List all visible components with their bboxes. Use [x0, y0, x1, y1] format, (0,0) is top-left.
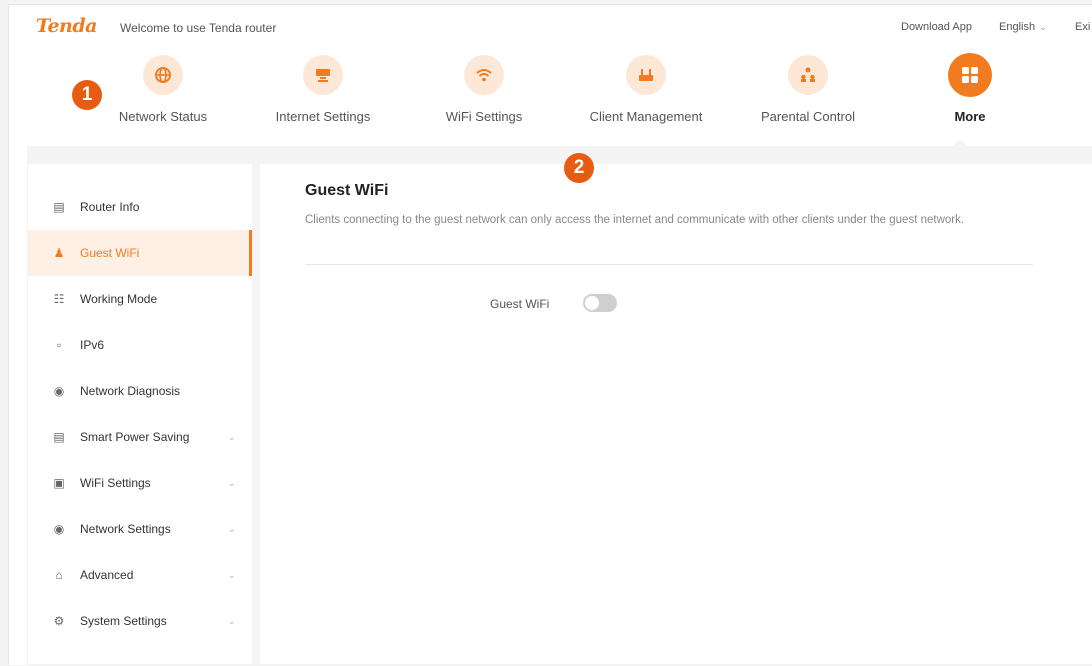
- sidebar-item-label: Guest WiFi: [80, 246, 140, 260]
- internet-icon: [303, 55, 343, 95]
- divider: [305, 264, 1033, 265]
- grid-icon: [948, 53, 992, 97]
- wifi-settings-icon: ▣: [53, 476, 65, 490]
- step-badge-2: 2: [564, 153, 594, 183]
- sidebar-item-label: WiFi Settings: [80, 476, 151, 490]
- sidebar-item-network-diagnosis[interactable]: ◉ Network Diagnosis: [28, 368, 252, 414]
- sidebar-item-label: Network Settings: [80, 522, 171, 536]
- exit-link[interactable]: Exi: [1075, 21, 1090, 33]
- welcome-text: Welcome to use Tenda router: [120, 21, 277, 35]
- nav-wifi-settings[interactable]: WiFi Settings: [414, 55, 554, 124]
- nav-more[interactable]: More: [900, 53, 1040, 124]
- sidebar-item-ipv6[interactable]: ▫ IPv6: [28, 322, 252, 368]
- chevron-down-icon: ⌄: [227, 477, 236, 489]
- router-icon: [626, 55, 666, 95]
- sidebar-item-smart-power-saving[interactable]: ▤ Smart Power Saving ⌄: [28, 414, 252, 460]
- sidebar-item-wifi-settings[interactable]: ▣ WiFi Settings ⌄: [28, 460, 252, 506]
- chevron-down-icon: ⌄: [227, 615, 236, 627]
- chevron-down-icon: ⌄: [227, 569, 236, 581]
- sidebar-item-guest-wifi[interactable]: ♟ Guest WiFi: [28, 230, 252, 276]
- router-info-icon: ▤: [53, 200, 65, 214]
- sidebar-item-network-settings[interactable]: ◉ Network Settings ⌄: [28, 506, 252, 552]
- active-nav-caret: [953, 139, 967, 146]
- nav-label: Internet Settings: [275, 109, 371, 124]
- guest-wifi-toggle[interactable]: [583, 294, 617, 312]
- sidebar-item-label: Network Diagnosis: [80, 384, 181, 398]
- sidebar-item-label: IPv6: [80, 338, 105, 352]
- sidebar-item-system-settings[interactable]: ⚙ System Settings ⌄: [28, 598, 252, 644]
- sidebar-item-label: Smart Power Saving: [80, 430, 190, 444]
- nav-label: More: [954, 109, 986, 124]
- ipv6-icon: ▫: [56, 338, 62, 352]
- main-panel: Guest WiFi Clients connecting to the gue…: [260, 164, 1092, 664]
- chevron-down-icon: ⌄: [227, 431, 236, 443]
- nav-network-status[interactable]: Network Status: [93, 55, 233, 124]
- sidebar-item-label: Advanced: [80, 568, 134, 582]
- nav-client-management[interactable]: Client Management: [576, 55, 716, 124]
- sidebar-item-advanced[interactable]: ⌂ Advanced ⌄: [28, 552, 252, 598]
- globe-icon: ◉: [53, 522, 65, 536]
- sidebar-item-working-mode[interactable]: ☷ Working Mode: [28, 276, 252, 322]
- chevron-down-icon: ⌄: [227, 523, 236, 535]
- page-title: Guest WiFi: [305, 182, 389, 199]
- language-select[interactable]: English ⌄: [999, 21, 1047, 33]
- nav-internet-settings[interactable]: Internet Settings: [253, 55, 393, 124]
- top-bar: Tenda Welcome to use Tenda router Downlo…: [9, 5, 1092, 49]
- sidebar-item-router-info[interactable]: ▤ Router Info: [28, 184, 252, 230]
- nav-label: WiFi Settings: [445, 109, 523, 124]
- language-label: English: [999, 21, 1036, 33]
- step-badge-1: 1: [72, 80, 102, 110]
- tenda-logo: Tenda: [36, 15, 97, 37]
- nav-label: Network Status: [118, 109, 208, 124]
- toggle-knob: [585, 296, 599, 310]
- wifi-icon: [464, 55, 504, 95]
- nav-label: Parental Control: [761, 109, 855, 124]
- chevron-down-icon: ⌄: [1039, 22, 1047, 32]
- sidebar-item-label: System Settings: [80, 614, 167, 628]
- guest-icon: ♟: [53, 246, 65, 260]
- guest-wifi-label: Guest WiFi: [490, 297, 550, 311]
- globe-icon: [143, 55, 183, 95]
- nav-label: Client Management: [589, 109, 703, 124]
- advanced-icon: ⌂: [55, 568, 63, 582]
- parental-icon: [788, 55, 828, 95]
- main-nav: Network Status Internet Settings WiFi Se…: [0, 53, 1092, 145]
- sidebar-item-label: Working Mode: [80, 292, 158, 306]
- working-mode-icon: ☷: [53, 292, 65, 306]
- power-saving-icon: ▤: [53, 430, 65, 444]
- sidebar-item-label: Router Info: [80, 200, 140, 214]
- nav-parental-control[interactable]: Parental Control: [738, 55, 878, 124]
- globe-icon: ◉: [53, 384, 65, 398]
- sidebar: ▤ Router Info ♟ Guest WiFi ☷ Working Mod…: [28, 164, 252, 664]
- gear-icon: ⚙: [53, 614, 65, 628]
- page-description: Clients connecting to the guest network …: [305, 214, 965, 226]
- download-app-link[interactable]: Download App: [901, 21, 972, 33]
